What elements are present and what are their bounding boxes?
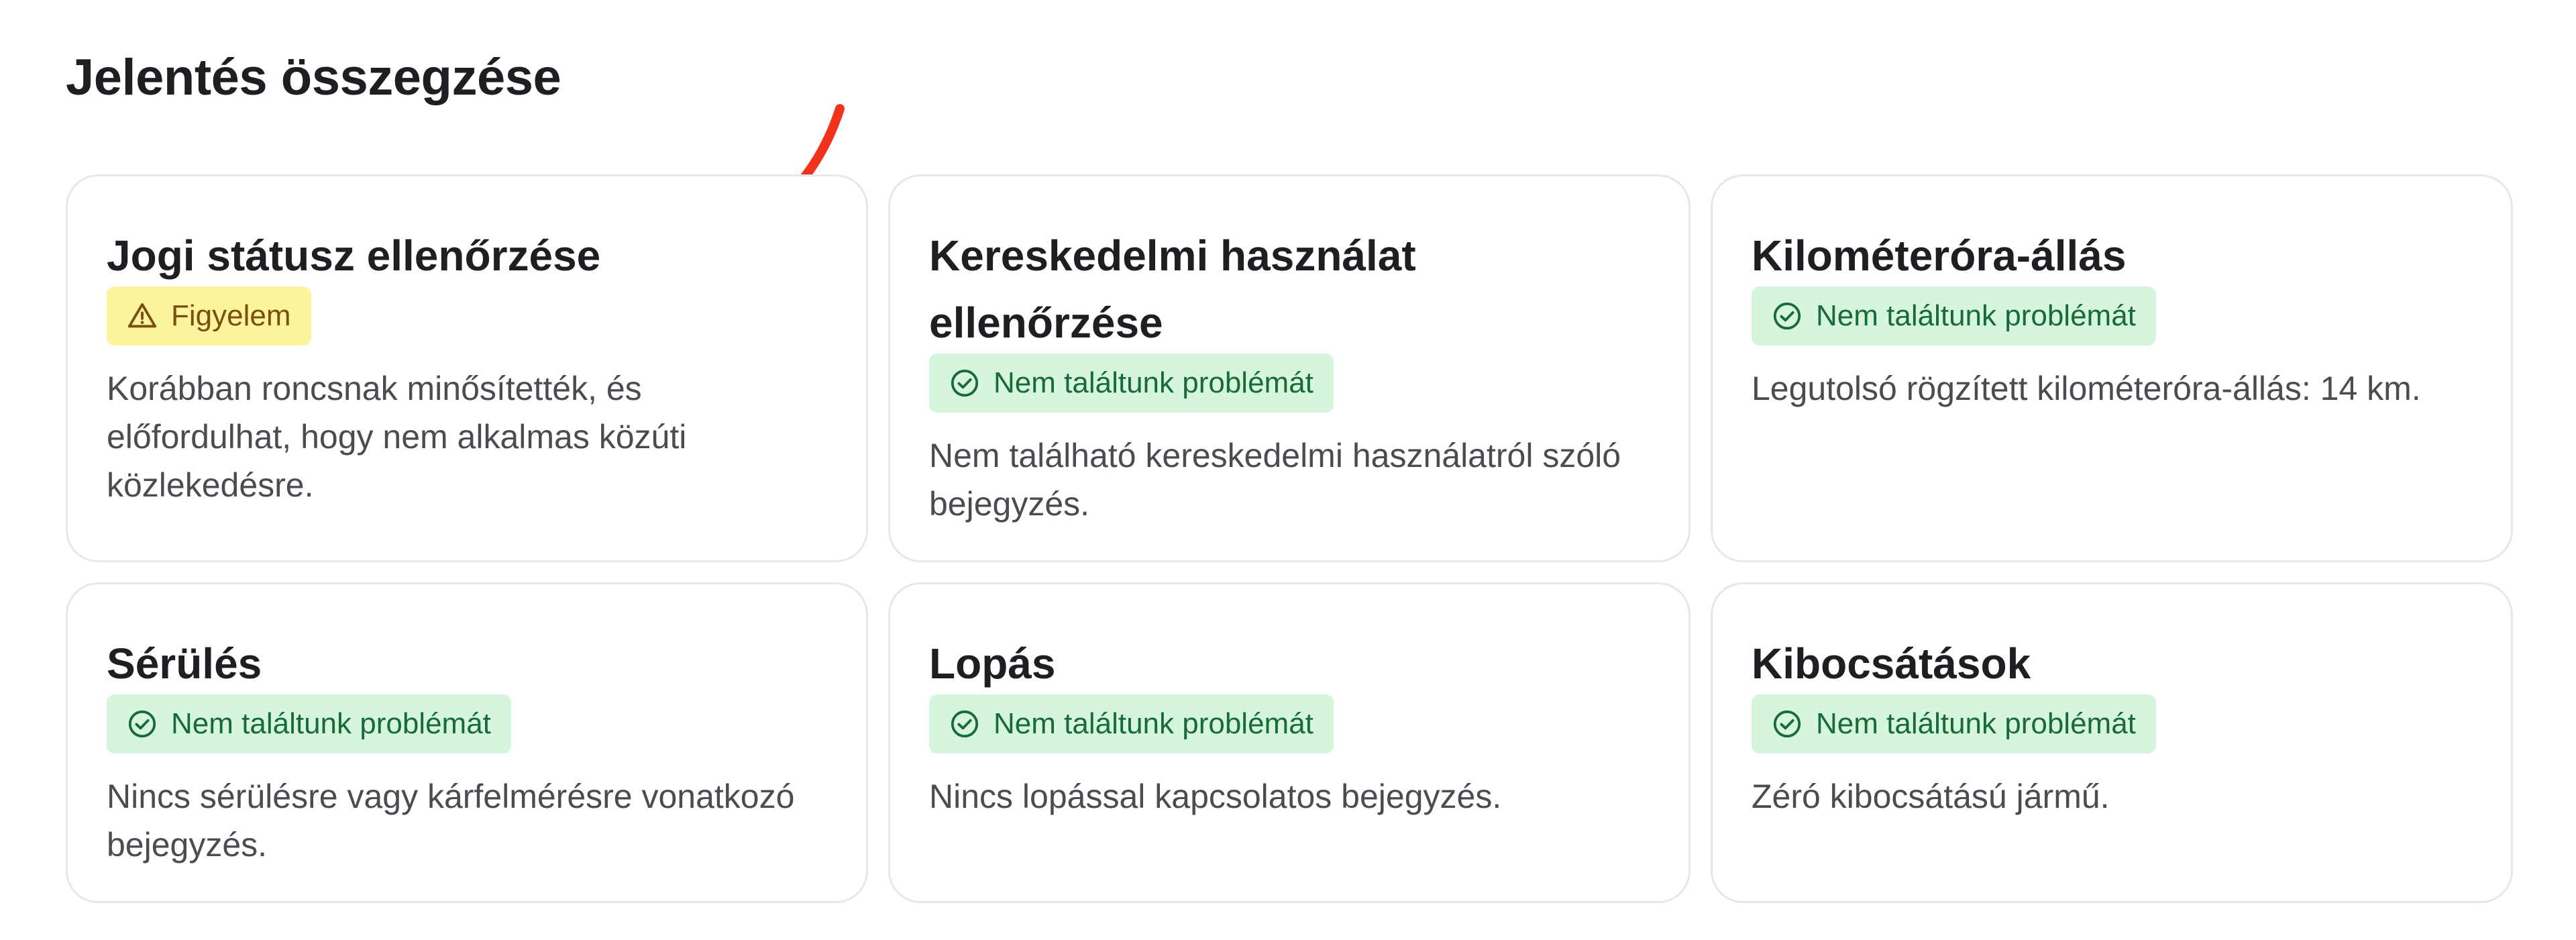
- card-odometer: Kilométeróra-állás Nem találtunk problém…: [1711, 174, 2513, 562]
- report-summary-page: Jelentés összegzése Jogi státusz ellenőr…: [0, 0, 2576, 940]
- status-badge-label: Nem találtunk problémát: [171, 707, 491, 740]
- status-badge-label: Nem találtunk problémát: [1816, 299, 2136, 332]
- status-badge: Nem találtunk problémát: [107, 694, 511, 753]
- card-description: Nem található kereskedelmi használatról …: [929, 437, 1621, 523]
- page-title: Jelentés összegzése: [66, 49, 561, 106]
- check-circle-icon: [127, 709, 158, 739]
- card-title: Lopás: [929, 639, 1056, 688]
- card-title: Kilométeróra-állás: [1752, 231, 2127, 280]
- card-title: Kereskedelmi használat ellenőrzése: [929, 231, 1416, 347]
- card-theft: Lopás Nem találtunk problémát Nincs lopá…: [888, 582, 1690, 903]
- card-description: Nincs sérülésre vagy kárfelmérésre vonat…: [107, 778, 795, 864]
- card-description: Legutolsó rögzített kilométeróra-állás: …: [1752, 370, 2421, 407]
- status-badge-label: Nem találtunk problémát: [994, 707, 1313, 740]
- check-circle-icon: [1772, 709, 1803, 739]
- card-title: Jogi státusz ellenőrzése: [107, 231, 601, 280]
- card-legal-status: Jogi státusz ellenőrzése Figyelem Korább…: [66, 174, 868, 562]
- card-emissions: Kibocsátások Nem találtunk problémát Zér…: [1711, 582, 2513, 903]
- card-description: Korábban roncsnak minősítették, és előfo…: [107, 370, 687, 504]
- report-cards-grid: Jogi státusz ellenőrzése Figyelem Korább…: [66, 174, 2513, 903]
- check-circle-icon: [1772, 301, 1803, 331]
- warning-triangle-icon: [127, 301, 158, 331]
- card-damage: Sérülés Nem találtunk problémát Nincs sé…: [66, 582, 868, 903]
- status-badge-label: Nem találtunk problémát: [994, 366, 1313, 399]
- card-description: Zéró kibocsátású jármű.: [1752, 778, 2110, 815]
- status-badge: Figyelem: [107, 286, 311, 346]
- card-description: Nincs lopással kapcsolatos bejegyzés.: [929, 778, 1502, 815]
- card-title: Kibocsátások: [1752, 639, 2031, 688]
- status-badge-label: Nem találtunk problémát: [1816, 707, 2136, 740]
- card-commercial-use: Kereskedelmi használat ellenőrzése Nem t…: [888, 174, 1690, 562]
- status-badge: Nem találtunk problémát: [1752, 694, 2156, 753]
- card-title: Sérülés: [107, 639, 262, 688]
- check-circle-icon: [949, 709, 980, 739]
- status-badge-label: Figyelem: [171, 299, 291, 332]
- check-circle-icon: [949, 368, 980, 399]
- status-badge: Nem találtunk problémát: [1752, 286, 2156, 346]
- status-badge: Nem találtunk problémát: [929, 694, 1334, 753]
- status-badge: Nem találtunk problémát: [929, 354, 1334, 413]
